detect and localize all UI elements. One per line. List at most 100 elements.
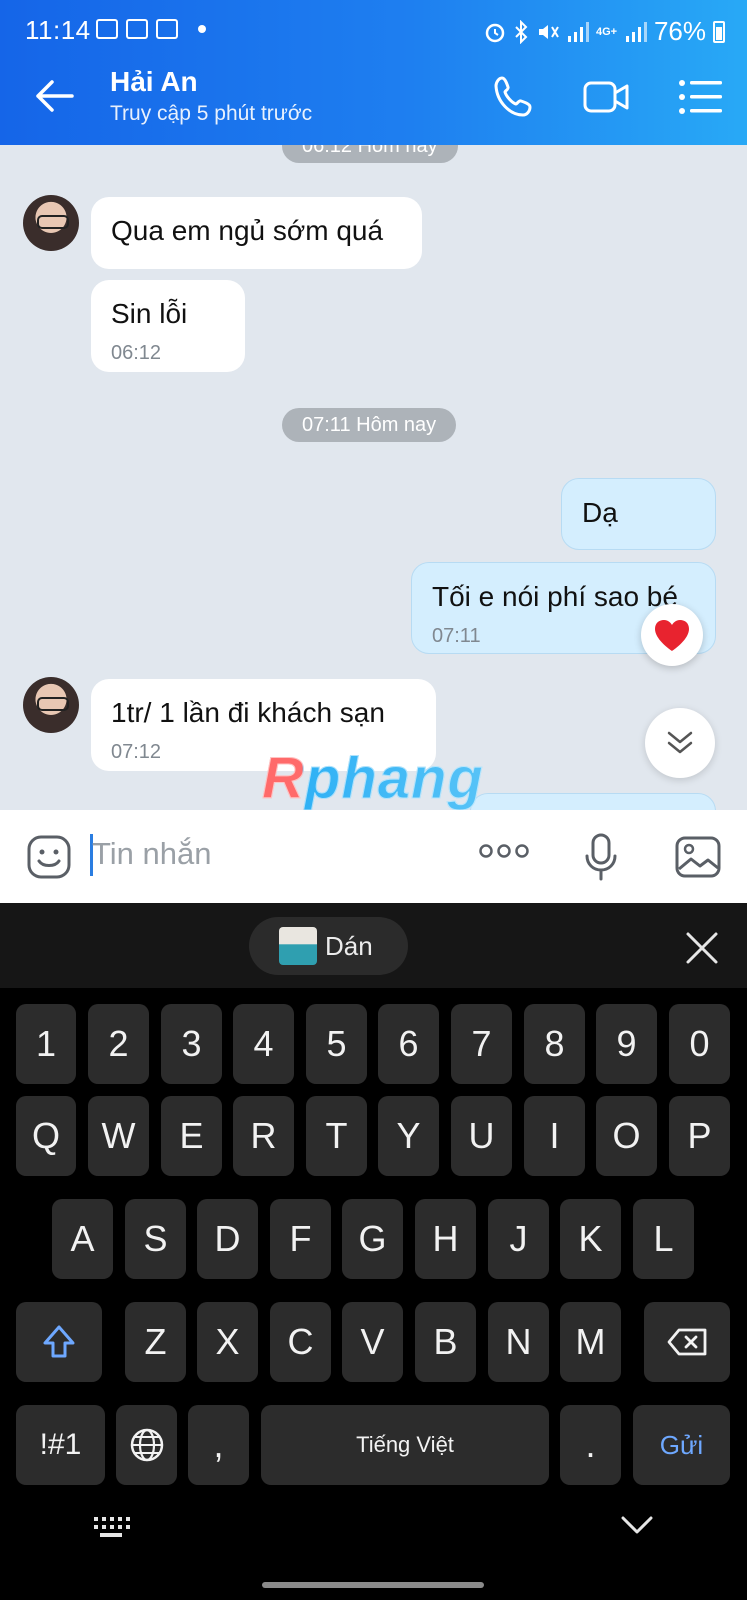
message-bubble-incoming[interactable]: Sin lỗi 06:12: [91, 280, 245, 372]
system-icons: 4G+ 76%: [484, 16, 725, 47]
key-k[interactable]: K: [560, 1199, 621, 1279]
heart-icon: [655, 620, 689, 651]
key-m[interactable]: M: [560, 1302, 621, 1382]
notification-icons: [96, 19, 206, 39]
key-z[interactable]: Z: [125, 1302, 186, 1382]
key-p[interactable]: P: [669, 1096, 730, 1176]
double-chevron-down-icon: [667, 731, 693, 754]
key-5[interactable]: 5: [306, 1004, 367, 1084]
key-t[interactable]: T: [306, 1096, 367, 1176]
last-seen-status: Truy cập 5 phút trước: [110, 102, 313, 125]
status-bar: 11:14 4G+ 76%: [0, 0, 747, 52]
period-key[interactable]: .: [560, 1405, 621, 1485]
key-8[interactable]: 8: [524, 1004, 585, 1084]
signal-icon: [567, 21, 589, 42]
signal-2-icon: [625, 21, 647, 42]
key-w[interactable]: W: [88, 1096, 149, 1176]
key-s[interactable]: S: [125, 1199, 186, 1279]
top-bar: 11:14 4G+ 76% Hải An Truy cập 5 phút trư…: [0, 0, 747, 145]
key-e[interactable]: E: [161, 1096, 222, 1176]
key-d[interactable]: D: [197, 1199, 258, 1279]
key-3[interactable]: 3: [161, 1004, 222, 1084]
date-separator: 07:11 Hôm nay: [282, 408, 457, 442]
contact-name[interactable]: Hải An: [110, 66, 198, 98]
scroll-to-bottom-button[interactable]: [645, 708, 715, 778]
sticker-icon[interactable]: [26, 834, 72, 880]
contact-avatar[interactable]: [23, 677, 79, 733]
hide-keyboard-chevron-icon[interactable]: [620, 1514, 654, 1536]
keyboard-switch-icon[interactable]: [92, 1515, 130, 1539]
home-gesture-bar[interactable]: [262, 1582, 484, 1588]
key-v[interactable]: V: [342, 1302, 403, 1382]
comma-key[interactable]: ,: [188, 1405, 249, 1485]
battery-percent: 76%: [653, 16, 706, 46]
gallery-icon: [96, 19, 118, 39]
message-text: Dạ: [582, 497, 618, 528]
key-l[interactable]: L: [633, 1199, 694, 1279]
battery-icon: [713, 20, 725, 43]
key-i[interactable]: I: [524, 1096, 585, 1176]
send-key[interactable]: Gửi: [633, 1405, 730, 1485]
date-separator-partial: 06:12 Hôm nay: [282, 145, 458, 163]
message-text: Qua em ngủ sớm quá: [111, 215, 384, 246]
message-text: 1tr/ 1 lần đi khách sạn: [111, 697, 385, 728]
zalo-icon: [156, 19, 178, 39]
language-key[interactable]: [116, 1405, 177, 1485]
key-1[interactable]: 1: [16, 1004, 76, 1084]
chat-header: Hải An Truy cập 5 phút trước: [0, 52, 747, 145]
space-key[interactable]: Tiếng Việt: [261, 1405, 549, 1485]
globe-icon: [130, 1428, 163, 1462]
bluetooth-icon: [515, 19, 528, 44]
key-y[interactable]: Y: [378, 1096, 439, 1176]
message-input[interactable]: Tin nhắn: [92, 836, 212, 872]
image-picker-icon[interactable]: [674, 835, 722, 879]
alarm-icon: [485, 23, 505, 42]
mute-icon: [538, 24, 559, 39]
more-options-icon[interactable]: [478, 843, 530, 859]
key-6[interactable]: 6: [378, 1004, 439, 1084]
key-q[interactable]: Q: [16, 1096, 76, 1176]
chat-area[interactable]: 06:12 Hôm nay Qua em ngủ sớm quá Sin lỗi…: [0, 145, 747, 810]
paste-clipboard-button[interactable]: Dán: [249, 917, 408, 975]
key-x[interactable]: X: [197, 1302, 258, 1382]
key-9[interactable]: 9: [596, 1004, 657, 1084]
key-0[interactable]: 0: [669, 1004, 730, 1084]
key-7[interactable]: 7: [451, 1004, 512, 1084]
heart-reaction-button[interactable]: [641, 604, 703, 666]
message-bubble-incoming[interactable]: Qua em ngủ sớm quá: [91, 197, 422, 269]
key-4[interactable]: 4: [233, 1004, 294, 1084]
shift-key[interactable]: [16, 1302, 102, 1382]
message-time: 06:12: [111, 342, 162, 364]
microphone-icon[interactable]: [584, 832, 618, 882]
message-text: Tối e nói phí sao bé: [432, 581, 678, 612]
key-2[interactable]: 2: [88, 1004, 149, 1084]
watermark-logo: Rphang: [262, 746, 484, 811]
symbols-key[interactable]: !#1: [16, 1405, 105, 1485]
menu-list-icon[interactable]: [676, 72, 726, 122]
contact-avatar[interactable]: [23, 195, 79, 251]
key-r[interactable]: R: [233, 1096, 294, 1176]
key-j[interactable]: J: [488, 1199, 549, 1279]
key-h[interactable]: H: [415, 1199, 476, 1279]
phone-call-icon[interactable]: [490, 72, 540, 122]
key-u[interactable]: U: [451, 1096, 512, 1176]
back-arrow-icon[interactable]: [32, 74, 76, 118]
message-bubble-outgoing-partial[interactable]: [470, 793, 716, 810]
key-c[interactable]: C: [270, 1302, 331, 1382]
key-b[interactable]: B: [415, 1302, 476, 1382]
shift-arrow-icon: [43, 1325, 75, 1358]
backspace-icon: [667, 1328, 707, 1356]
message-text: Sin lỗi: [111, 298, 188, 329]
more-notifications-icon: [198, 25, 206, 33]
video-call-icon[interactable]: [582, 72, 632, 122]
keyboard-toolbar: Dán: [0, 903, 747, 988]
key-g[interactable]: G: [342, 1199, 403, 1279]
close-icon[interactable]: [682, 928, 722, 968]
message-composer: Tin nhắn: [0, 810, 747, 903]
key-a[interactable]: A: [52, 1199, 113, 1279]
key-o[interactable]: O: [596, 1096, 657, 1176]
backspace-key[interactable]: [644, 1302, 730, 1382]
key-f[interactable]: F: [270, 1199, 331, 1279]
message-bubble-outgoing[interactable]: Dạ: [561, 478, 716, 550]
key-n[interactable]: N: [488, 1302, 549, 1382]
